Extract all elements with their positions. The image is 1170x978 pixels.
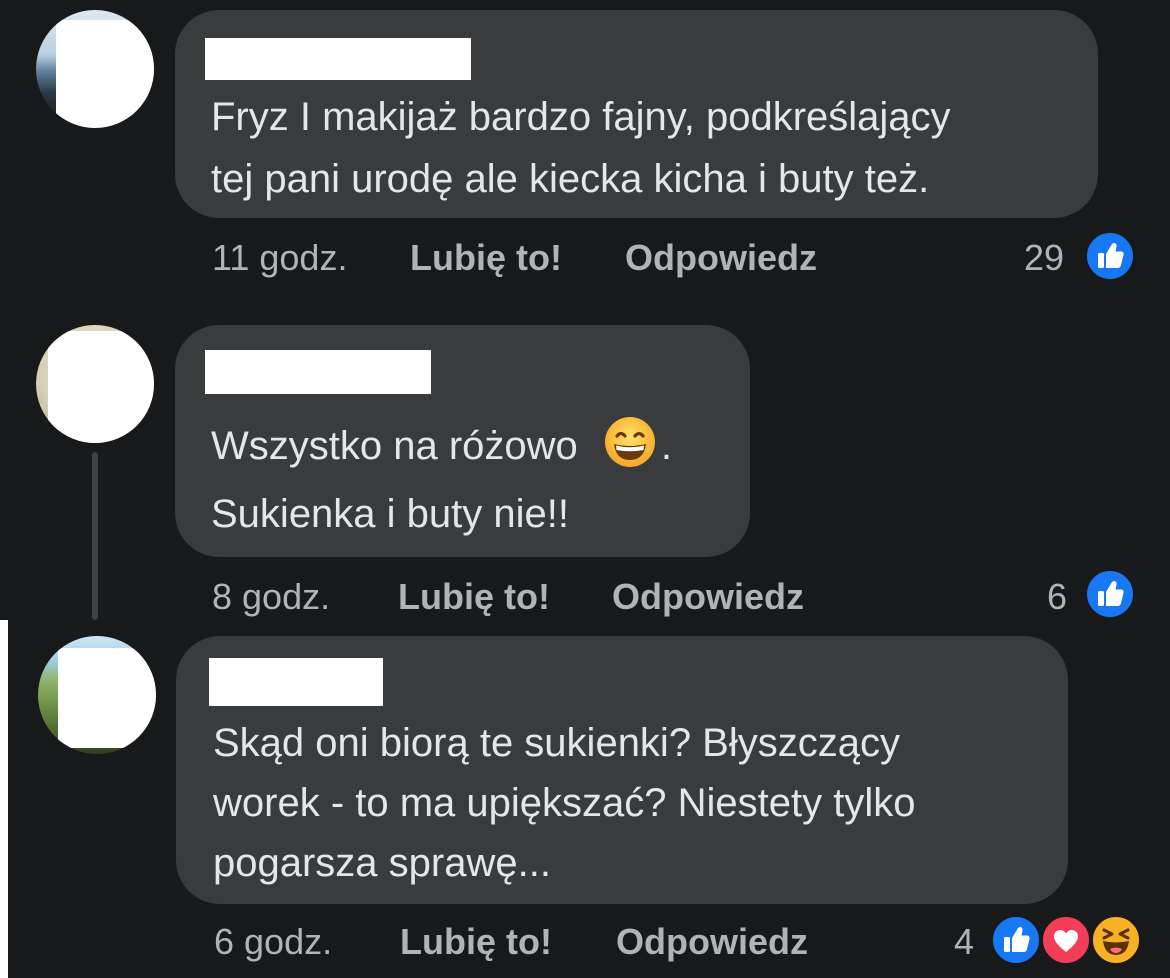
like-button[interactable]: Lubię to! bbox=[398, 577, 550, 617]
like-icon[interactable] bbox=[990, 914, 1042, 966]
grinning-face-icon bbox=[604, 417, 655, 467]
comment-text-suffix: . bbox=[660, 424, 673, 468]
avatar-redaction bbox=[48, 331, 154, 443]
reply-button[interactable]: Odpowiedz bbox=[625, 238, 817, 278]
comment-text-line: Skąd oni biorą te sukienki? Błyszczący bbox=[213, 721, 900, 765]
comment-text-line: Fryz I makijaż bardzo fajny, podkreślają… bbox=[211, 95, 951, 139]
comment-bubble: Wszystko na różowo . Sukienka i buty nie… bbox=[175, 325, 750, 557]
comment-text-line: worek - to ma upiększać? Niestety tylko bbox=[213, 781, 916, 825]
reaction-count[interactable]: 29 bbox=[1024, 238, 1064, 278]
author-name-redaction[interactable] bbox=[205, 38, 471, 80]
comment-time[interactable]: 11 godz. bbox=[212, 238, 347, 278]
avatar-redaction bbox=[58, 648, 156, 748]
comment-time[interactable]: 6 godz. bbox=[214, 922, 332, 962]
avatar[interactable] bbox=[36, 325, 154, 443]
comment-text-line: Sukienka i buty nie!! bbox=[211, 492, 569, 536]
comment-time[interactable]: 8 godz. bbox=[212, 577, 330, 617]
screen-edge bbox=[0, 620, 8, 978]
love-icon[interactable] bbox=[1040, 914, 1092, 966]
reaction-count[interactable]: 6 bbox=[1047, 577, 1067, 617]
like-icon[interactable] bbox=[1084, 568, 1136, 620]
author-name-redaction[interactable] bbox=[205, 350, 431, 394]
like-button[interactable]: Lubię to! bbox=[400, 922, 552, 962]
comment-text-line: Wszystko na różowo . bbox=[211, 415, 672, 477]
like-button[interactable]: Lubię to! bbox=[410, 238, 562, 278]
reply-button[interactable]: Odpowiedz bbox=[616, 922, 808, 962]
haha-icon[interactable] bbox=[1090, 914, 1142, 966]
reaction-count[interactable]: 4 bbox=[954, 922, 974, 962]
like-icon[interactable] bbox=[1084, 230, 1136, 282]
comment-text: Wszystko na różowo bbox=[211, 424, 578, 468]
author-name-redaction[interactable] bbox=[209, 658, 383, 706]
comment-text-line: tej pani urodę ale kiecka kicha i buty t… bbox=[211, 157, 930, 201]
avatar[interactable] bbox=[36, 10, 154, 128]
avatar[interactable] bbox=[38, 636, 156, 754]
avatar-redaction bbox=[56, 20, 154, 128]
comment-bubble: Fryz I makijaż bardzo fajny, podkreślają… bbox=[175, 10, 1098, 218]
comment-text-line: pogarsza sprawę... bbox=[213, 841, 551, 885]
thread-line bbox=[92, 452, 98, 620]
reply-button[interactable]: Odpowiedz bbox=[612, 577, 804, 617]
comment-bubble: Skąd oni biorą te sukienki? Błyszczący w… bbox=[176, 636, 1068, 904]
